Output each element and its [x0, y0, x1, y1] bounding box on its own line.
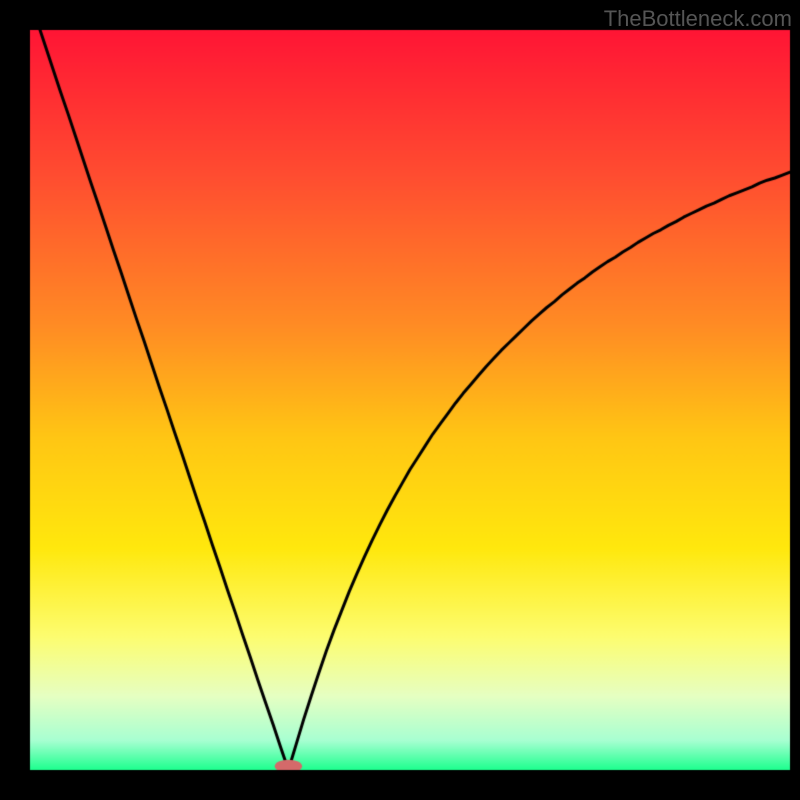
watermark-label: TheBottleneck.com	[604, 6, 792, 32]
bottleneck-chart	[0, 0, 800, 800]
